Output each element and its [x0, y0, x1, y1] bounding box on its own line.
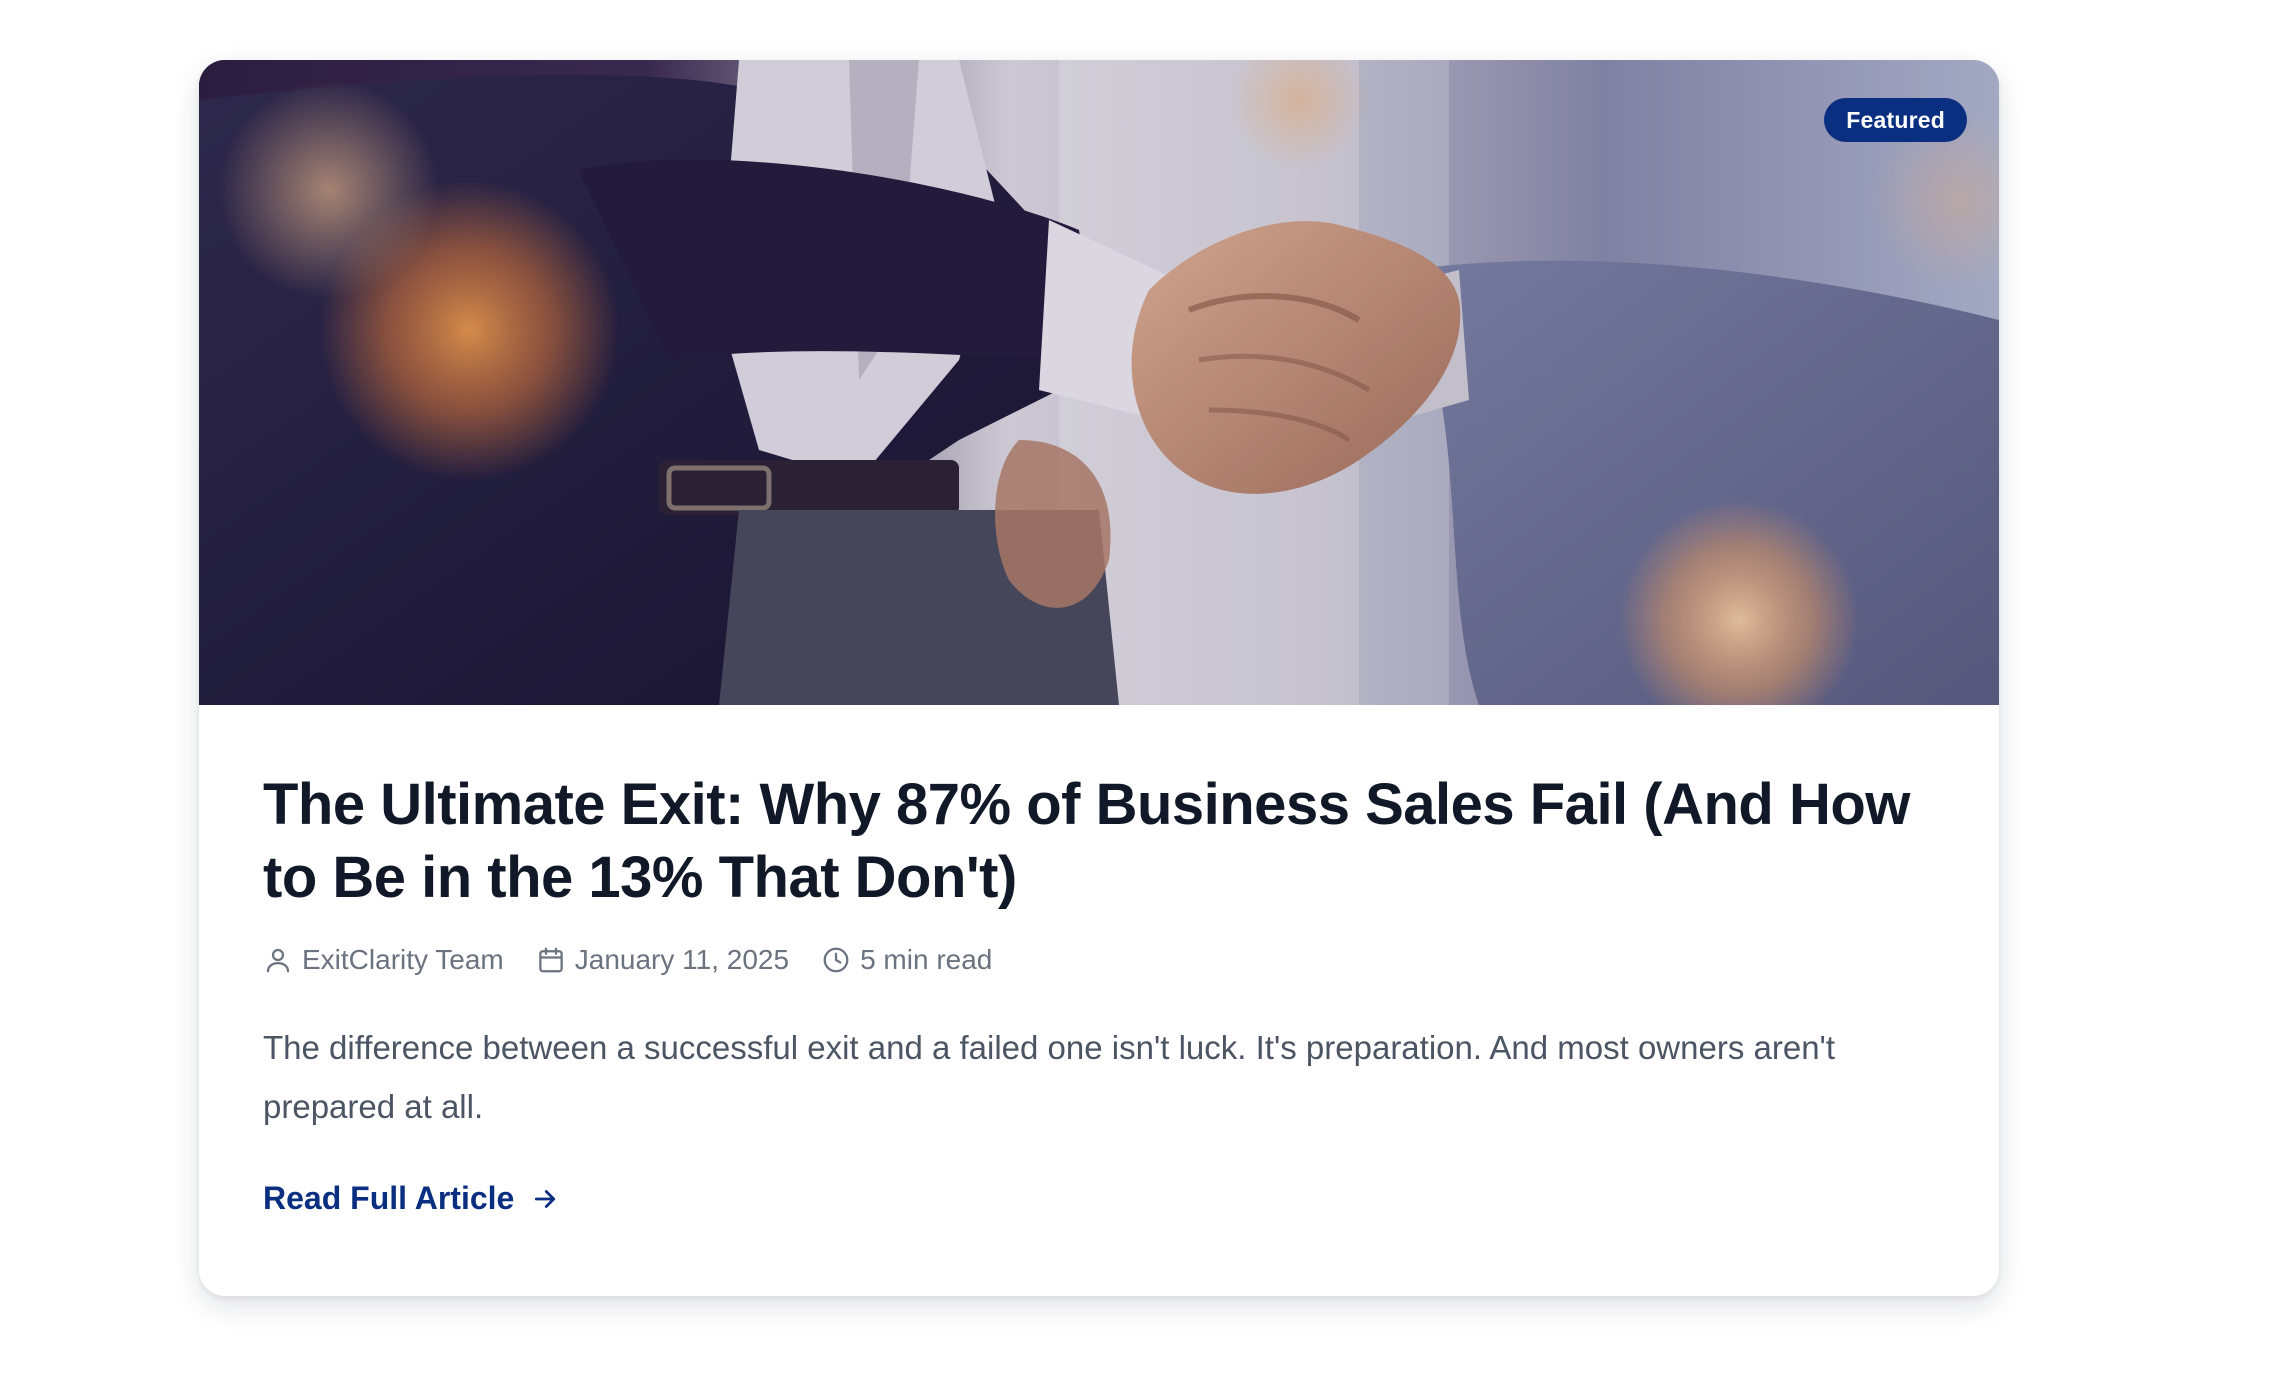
date-meta: January 11, 2025 [536, 944, 789, 976]
read-full-article-label: Read Full Article [263, 1180, 515, 1216]
read-time-meta: 5 min read [821, 944, 992, 976]
author-meta: ExitClarity Team [263, 944, 504, 976]
publish-date: January 11, 2025 [574, 944, 790, 975]
clock-icon [823, 947, 849, 973]
author-name: ExitClarity Team [302, 944, 504, 975]
hero-image[interactable]: Featured [199, 60, 1999, 705]
user-icon [266, 948, 290, 973]
read-time: 5 min read [860, 944, 993, 975]
calendar-icon [539, 947, 563, 973]
featured-article-card: Featured The Ultimate Exit: Why 87% of B… [199, 60, 1999, 1296]
card-content: The Ultimate Exit: Why 87% of Business S… [263, 768, 1943, 1217]
article-title[interactable]: The Ultimate Exit: Why 87% of Business S… [263, 768, 1943, 914]
handshake-photo [199, 60, 1999, 705]
read-full-article-link[interactable]: Read Full Article [263, 1180, 560, 1217]
featured-badge: Featured [1824, 98, 1967, 142]
arrow-right-icon [535, 1189, 556, 1208]
article-meta: ExitClarity Team January 11, 2025 5 min … [263, 942, 1943, 978]
article-excerpt: The difference between a successful exit… [263, 1029, 1836, 1125]
